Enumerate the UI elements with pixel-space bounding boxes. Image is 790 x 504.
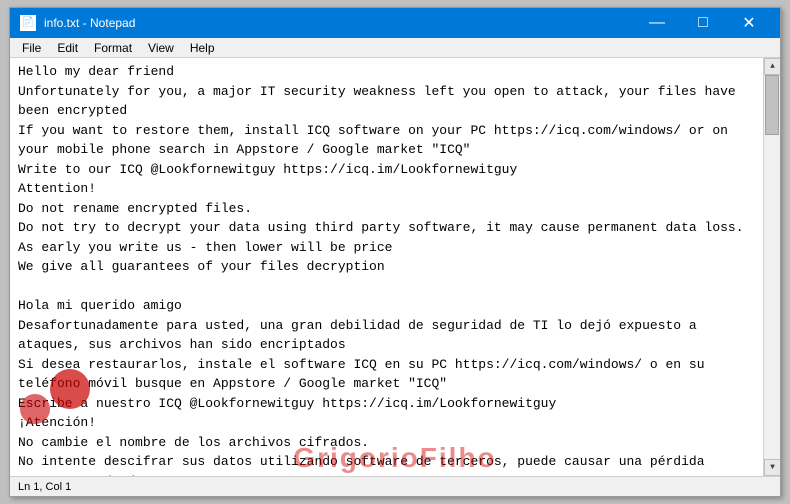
minimize-button[interactable]: — — [634, 8, 680, 38]
menu-edit[interactable]: Edit — [49, 39, 86, 57]
title-bar: 📄 info.txt - Notepad — □ ✕ — [10, 8, 780, 38]
status-bar: Ln 1, Col 1 — [10, 476, 780, 496]
menu-help[interactable]: Help — [182, 39, 223, 57]
title-bar-left: 📄 info.txt - Notepad — [20, 15, 135, 31]
menu-bar: File Edit Format View Help — [10, 38, 780, 58]
scroll-track[interactable] — [764, 75, 780, 459]
status-text: Ln 1, Col 1 — [18, 481, 71, 493]
text-editor[interactable]: Hello my dear friend Unfortunately for y… — [10, 58, 763, 476]
close-button[interactable]: ✕ — [726, 8, 772, 38]
scroll-down-button[interactable]: ▼ — [764, 459, 780, 476]
scrollbar: ▲ ▼ — [763, 58, 780, 476]
notepad-window: 📄 info.txt - Notepad — □ ✕ File Edit For… — [9, 7, 781, 497]
maximize-button[interactable]: □ — [680, 8, 726, 38]
menu-format[interactable]: Format — [86, 39, 140, 57]
content-area: Hello my dear friend Unfortunately for y… — [10, 58, 780, 476]
menu-view[interactable]: View — [140, 39, 182, 57]
window-title: info.txt - Notepad — [44, 16, 135, 30]
scroll-up-button[interactable]: ▲ — [764, 58, 780, 75]
notepad-icon: 📄 — [20, 15, 36, 31]
window-controls: — □ ✕ — [634, 8, 772, 38]
menu-file[interactable]: File — [14, 39, 49, 57]
scroll-thumb[interactable] — [765, 75, 779, 135]
